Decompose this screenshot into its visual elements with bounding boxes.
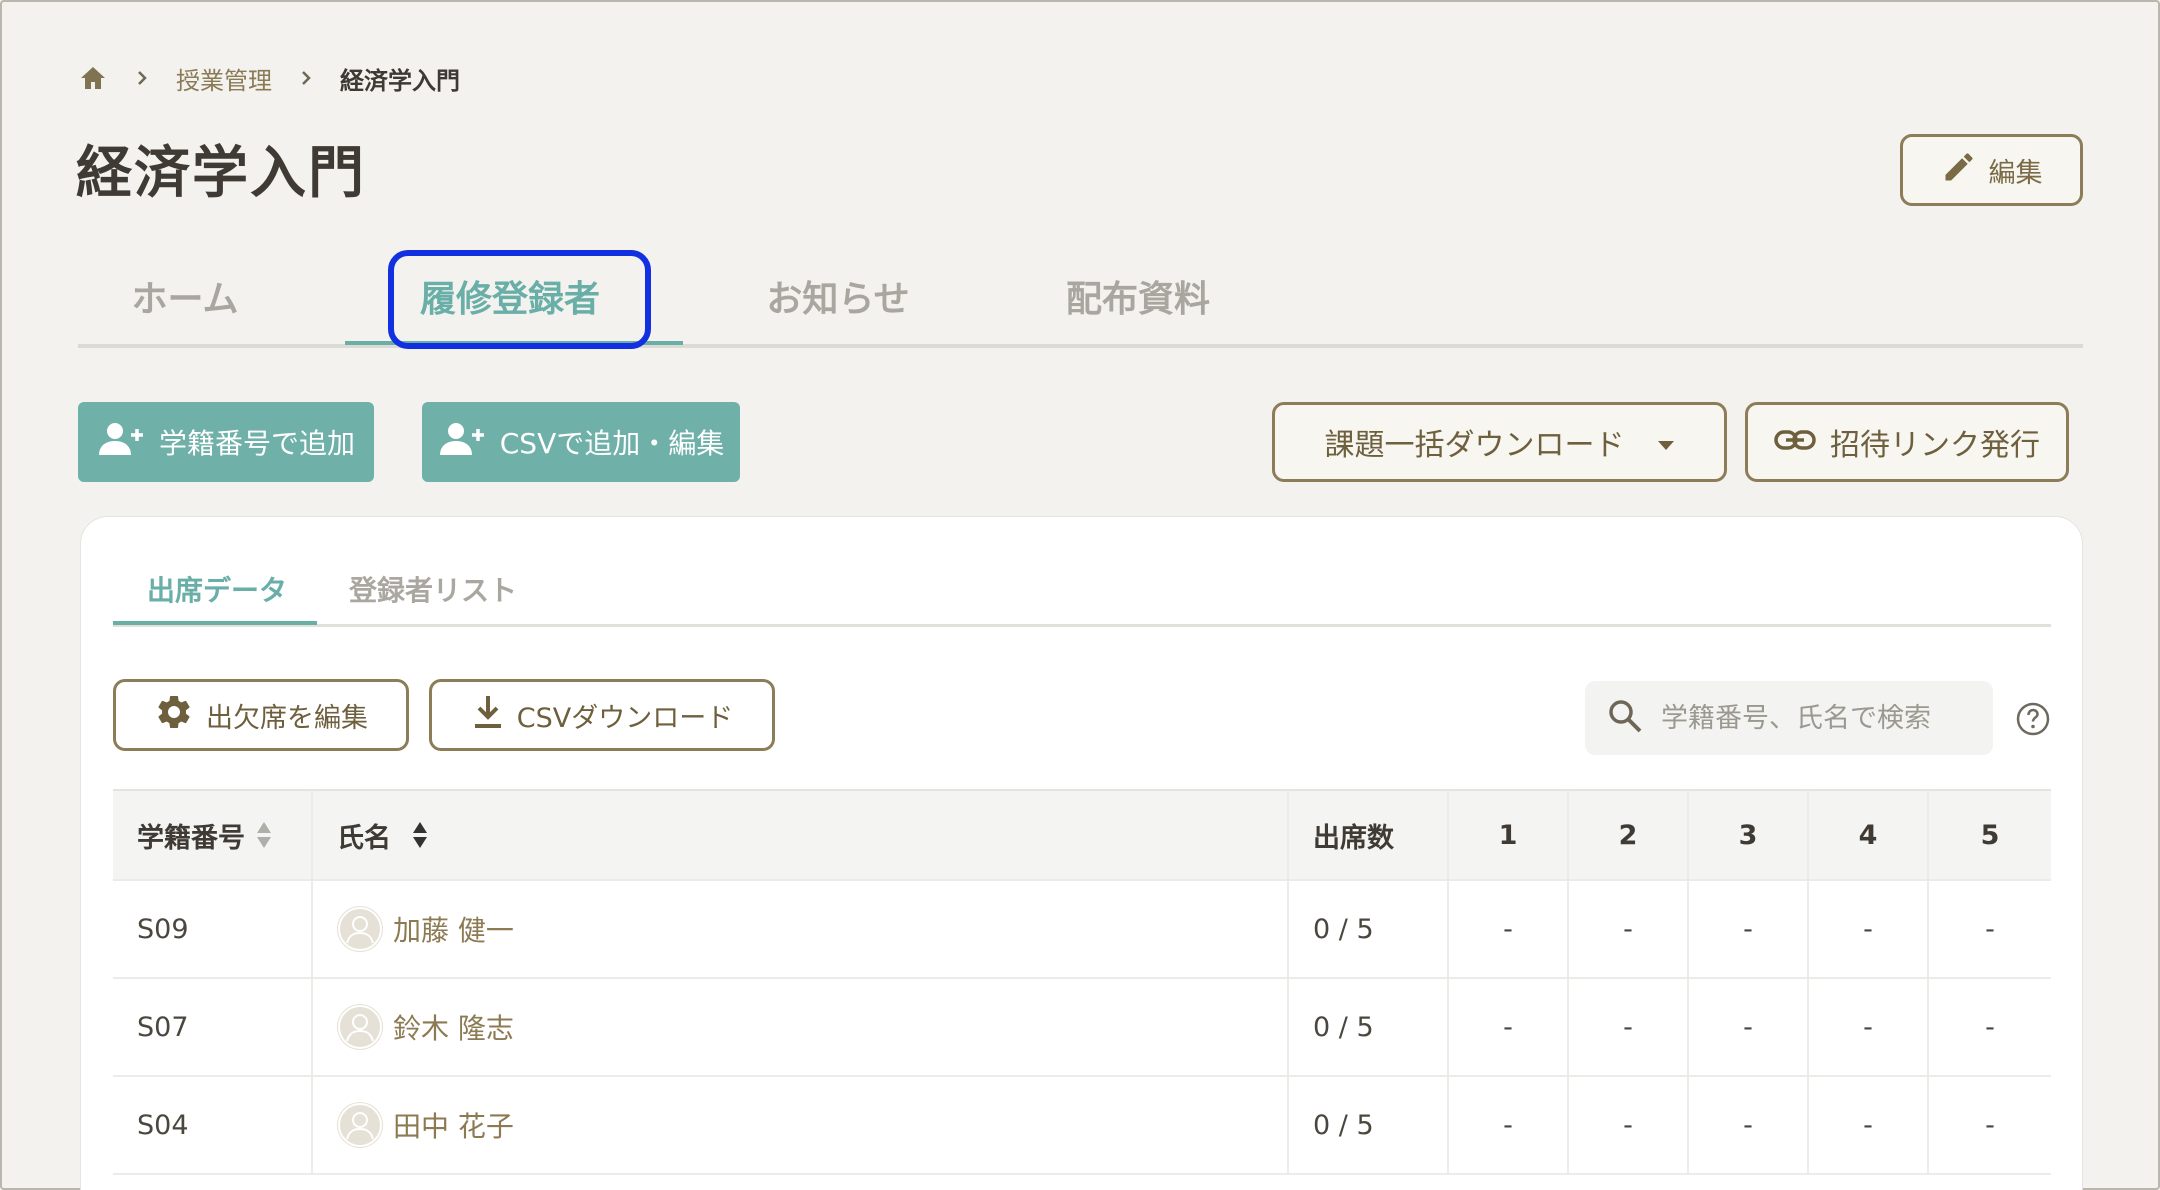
tab-materials[interactable]: 配布資料: [1063, 276, 1213, 336]
session-cell: -: [1985, 913, 1995, 945]
header-student-id[interactable]: 学籍番号: [113, 791, 313, 879]
tab-announcements[interactable]: お知らせ: [763, 276, 913, 336]
avatar: [337, 1102, 383, 1148]
pencil-icon: [1941, 149, 1977, 192]
home-icon[interactable]: [78, 63, 108, 93]
attendance-table: 学籍番号 氏名 出席数 1 2 3 4 5 S09 加藤 健一 0 / 5 - …: [113, 789, 2051, 1175]
help-icon[interactable]: [2015, 701, 2051, 737]
student-id-cell: S04: [113, 1077, 313, 1173]
edit-button-label: 編集: [1988, 157, 2043, 189]
session-cell: -: [1569, 979, 1689, 1075]
search-input[interactable]: [1661, 702, 1981, 734]
name-cell: 加藤 健一: [313, 881, 1289, 977]
chevron-right-icon: [294, 66, 318, 90]
bulk-download-assignments-button[interactable]: 課題一括ダウンロード: [1272, 402, 1727, 482]
subtab-attendance-data[interactable]: 出席データ: [147, 569, 287, 609]
tab-home[interactable]: ホーム: [130, 276, 240, 336]
session-cell: -: [1689, 881, 1809, 977]
student-id-cell: S09: [113, 881, 313, 977]
name-cell: 鈴木 隆志: [313, 979, 1289, 1075]
issue-invite-link-button[interactable]: 招待リンク発行: [1745, 402, 2069, 482]
session-cell: -: [1985, 1011, 1995, 1043]
session-cell: -: [1449, 881, 1569, 977]
session-cell: -: [1985, 1109, 1995, 1141]
gear-icon: [154, 692, 194, 739]
student-id-cell: S07: [113, 979, 313, 1075]
breadcrumb-item-course-management[interactable]: 授業管理: [176, 61, 272, 96]
link-icon: [1774, 425, 1816, 460]
header-session-5: 5: [1980, 819, 2000, 851]
session-cell: -: [1689, 1077, 1809, 1173]
session-cell: -: [1449, 1077, 1569, 1173]
table-row: S07 鈴木 隆志 0 / 5 - - - - -: [113, 979, 2051, 1077]
header-name[interactable]: 氏名: [313, 791, 1289, 879]
breadcrumb-current: 経済学入門: [340, 66, 460, 95]
sort-icon: [411, 820, 429, 850]
csv-download-label: CSVダウンロード: [516, 702, 734, 734]
header-attendance-count: 出席数: [1289, 791, 1449, 879]
header-session-1: 1: [1449, 791, 1569, 879]
avatar: [337, 906, 383, 952]
invite-link-label: 招待リンク発行: [1830, 428, 2040, 463]
csv-download-button[interactable]: CSVダウンロード: [429, 679, 775, 751]
attendance-count-cell: 0 / 5: [1289, 1077, 1449, 1173]
edit-attendance-label: 出欠席を編集: [206, 702, 368, 734]
session-cell: -: [1569, 1077, 1689, 1173]
bulk-download-label: 課題一括ダウンロード: [1324, 428, 1625, 463]
session-cell: -: [1569, 881, 1689, 977]
main-tabs: ホーム 履修登録者 お知らせ 配布資料: [78, 250, 2083, 348]
table-row: S09 加藤 健一 0 / 5 - - - - -: [113, 881, 2051, 979]
header-student-id-label: 学籍番号: [137, 822, 245, 854]
add-by-csv-label: CSVで追加・編集: [499, 427, 725, 460]
session-cell: -: [1809, 1077, 1929, 1173]
add-user-icon: [97, 421, 147, 464]
active-subtab-indicator: [113, 621, 317, 625]
search-icon: [1607, 698, 1643, 738]
table-row: S04 田中 花子 0 / 5 - - - - -: [113, 1077, 2051, 1175]
download-icon: [471, 694, 505, 737]
add-by-student-id-label: 学籍番号で追加: [158, 427, 355, 460]
page-title: 経済学入門: [76, 141, 366, 206]
focus-highlight: [388, 250, 651, 349]
header-session-2: 2: [1569, 791, 1689, 879]
add-by-student-id-button[interactable]: 学籍番号で追加: [78, 402, 374, 482]
sort-icon: [255, 820, 273, 850]
student-name-link[interactable]: 田中 花子: [393, 1105, 514, 1145]
student-name-link[interactable]: 加藤 健一: [393, 909, 514, 949]
table-header-row: 学籍番号 氏名 出席数 1 2 3 4 5: [113, 789, 2051, 881]
add-user-icon: [438, 421, 488, 464]
caret-down-icon: [1657, 425, 1675, 460]
attendance-panel: 出席データ 登録者リスト 出欠席を編集 CSVダウンロード 学籍番号、氏名で検索…: [80, 516, 2083, 1190]
edit-attendance-button[interactable]: 出欠席を編集: [113, 679, 409, 751]
add-by-csv-button[interactable]: CSVで追加・編集: [422, 402, 740, 482]
header-session-4: 4: [1809, 791, 1929, 879]
edit-button[interactable]: 編集: [1900, 134, 2083, 206]
avatar: [337, 1004, 383, 1050]
header-session-3: 3: [1689, 791, 1809, 879]
attendance-count-cell: 0 / 5: [1289, 979, 1449, 1075]
attendance-count-cell: 0 / 5: [1289, 881, 1449, 977]
session-cell: -: [1809, 881, 1929, 977]
subtab-enrollee-list[interactable]: 登録者リスト: [349, 569, 517, 609]
name-cell: 田中 花子: [313, 1077, 1289, 1173]
student-name-link[interactable]: 鈴木 隆志: [393, 1007, 514, 1047]
search-box: [1585, 681, 1993, 755]
session-cell: -: [1809, 979, 1929, 1075]
header-name-label: 氏名: [337, 822, 391, 854]
breadcrumb: 授業管理 経済学入門: [78, 58, 460, 98]
session-cell: -: [1689, 979, 1809, 1075]
session-cell: -: [1449, 979, 1569, 1075]
chevron-right-icon: [130, 66, 154, 90]
sub-tabs: 出席データ 登録者リスト: [113, 557, 2051, 627]
